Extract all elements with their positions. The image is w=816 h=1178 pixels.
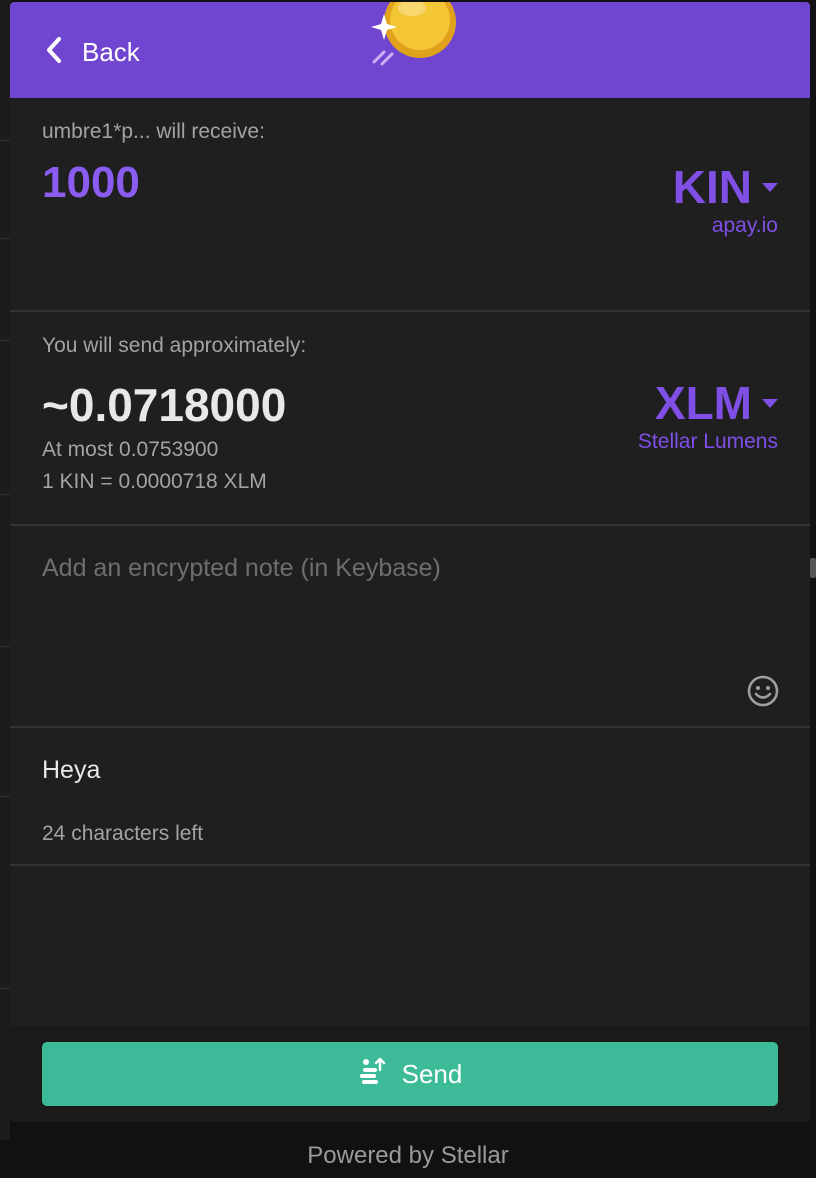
caret-down-icon [762, 398, 778, 408]
back-label: Back [82, 36, 140, 67]
background-divider [0, 140, 10, 141]
dialog-footer: Send [10, 1026, 810, 1122]
public-memo-input[interactable] [42, 750, 742, 790]
receive-section: umbre1*p... will receive: 1000 KIN apay.… [10, 98, 810, 312]
background-divider [0, 646, 10, 647]
coins-send-icon [358, 1056, 386, 1093]
exchange-rate: 1 KIN = 0.0000718 XLM [42, 470, 267, 493]
send-amount: ~0.0718000 [42, 379, 287, 431]
coin-illustration-icon [366, 2, 466, 74]
send-currency-selector[interactable]: XLM [655, 376, 778, 430]
send-at-most: At most 0.0753900 [42, 438, 219, 461]
send-currency-code: XLM [654, 377, 752, 429]
note-section [10, 526, 810, 728]
send-section: You will send approximately: ~0.0718000 … [10, 312, 810, 526]
smiley-icon[interactable] [746, 674, 780, 708]
caret-down-icon [762, 182, 778, 192]
send-label: You will send approximately: [42, 334, 307, 357]
background-right-edge [810, 558, 816, 578]
send-payment-dialog: Back umbre1*p... will receive: 1000 KIN … [10, 2, 810, 1122]
chevron-left-icon [44, 36, 64, 69]
background-divider [0, 494, 10, 495]
receive-currency-selector[interactable]: KIN [673, 160, 778, 214]
receive-label: umbre1*p... will receive: [42, 120, 265, 143]
background-divider [0, 796, 10, 797]
dialog-header: Back [10, 2, 810, 98]
memo-characters-left: 24 characters left [42, 822, 204, 845]
background-divider [0, 988, 10, 989]
background-app-sliver [0, 0, 10, 1140]
back-button[interactable]: Back [44, 32, 140, 72]
send-button[interactable]: Send [42, 1042, 778, 1106]
encrypted-note-input[interactable] [42, 548, 742, 588]
background-divider [0, 340, 10, 341]
receive-amount[interactable]: 1000 [42, 158, 140, 208]
background-divider [0, 238, 10, 239]
send-button-label: Send [401, 1058, 463, 1089]
memo-section: 24 characters left [10, 728, 810, 866]
powered-by-stellar: Powered by Stellar [307, 1142, 509, 1169]
send-currency-name: Stellar Lumens [637, 430, 778, 453]
receive-currency-code: KIN [672, 161, 752, 213]
receive-currency-issuer: apay.io [711, 214, 778, 237]
